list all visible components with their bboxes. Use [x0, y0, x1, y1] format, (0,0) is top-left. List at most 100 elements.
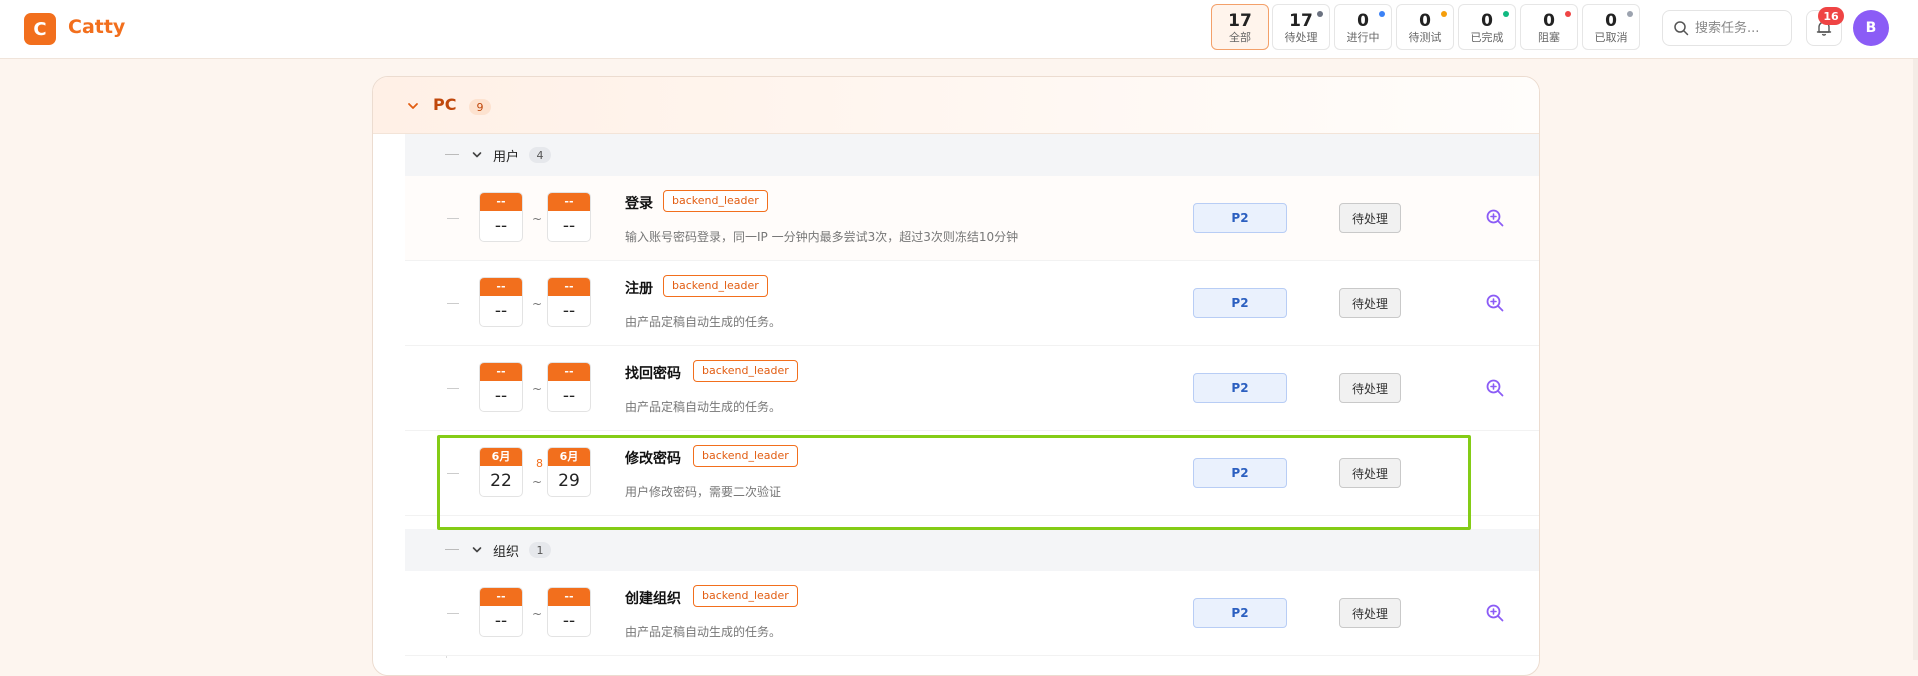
stat-filter-all[interactable]: 17 全部 [1211, 4, 1269, 50]
stat-label: 阻塞 [1538, 31, 1560, 44]
task-title[interactable]: 登录 [625, 193, 653, 213]
task-row[interactable]: -- -- ~ -- -- 创建组织 backend_leader 由产品定稿自… [405, 571, 1539, 656]
end-day: -- [562, 216, 576, 236]
status-button[interactable]: 待处理 [1339, 458, 1401, 488]
priority-button[interactable]: P2 [1193, 373, 1287, 403]
priority-button[interactable]: P2 [1193, 288, 1287, 318]
search-icon [1674, 21, 1689, 36]
task-description: 用户修改密码，需要二次验证 [625, 485, 782, 499]
chevron-down-icon[interactable] [471, 149, 483, 161]
zoom-in-icon[interactable] [1485, 378, 1505, 398]
tree-dash [445, 154, 459, 155]
date-separator: ~ [532, 212, 543, 226]
status-button[interactable]: 待处理 [1339, 203, 1401, 233]
task-title[interactable]: 注册 [625, 278, 653, 298]
search-box[interactable] [1662, 10, 1792, 46]
project-task-count: 9 [469, 99, 491, 115]
end-day: 29 [558, 471, 580, 491]
end-day: -- [562, 386, 576, 406]
start-day: 22 [490, 471, 512, 491]
stat-filter-done[interactable]: 0 已完成 [1458, 4, 1516, 50]
end-date: 6月 29 [547, 447, 591, 497]
status-dot [1627, 11, 1633, 17]
task-row[interactable]: -- -- ~ -- -- 注册 backend_leader 由产品定稿自动生… [405, 261, 1539, 346]
notification-count-badge: 16 [1818, 7, 1844, 25]
tree-branch [447, 613, 459, 614]
priority-button[interactable]: P2 [1193, 458, 1287, 488]
end-month: -- [548, 193, 590, 211]
task-row[interactable]: -- -- ~ -- -- 找回密码 backend_leader 由产品定稿自… [405, 346, 1539, 431]
search-input[interactable] [1695, 18, 1787, 38]
user-avatar[interactable]: B [1853, 10, 1889, 46]
app-name[interactable]: Catty [68, 16, 125, 38]
module-task-count: 1 [529, 542, 551, 558]
end-day: -- [562, 301, 576, 321]
tree-branch [447, 218, 459, 219]
start-month: -- [480, 363, 522, 381]
priority-button[interactable]: P2 [1193, 598, 1287, 628]
status-dot [1317, 11, 1323, 17]
end-date: -- -- [547, 192, 591, 242]
date-separator: ~ [532, 475, 543, 489]
stat-filter-pending[interactable]: 17 待处理 [1272, 4, 1330, 50]
tree-branch [447, 473, 459, 474]
chevron-down-icon[interactable] [406, 99, 420, 113]
end-date: -- -- [547, 277, 591, 327]
assignee-tag: backend_leader [693, 360, 798, 382]
start-month: -- [480, 193, 522, 211]
module-header-user[interactable]: 用户 4 [405, 134, 1539, 176]
end-date: -- -- [547, 587, 591, 637]
task-row[interactable]: -- -- ~ -- -- 登录 backend_leader 输入账号密码登录… [405, 176, 1539, 261]
zoom-in-icon[interactable] [1485, 208, 1505, 228]
project-header[interactable]: PC 9 [373, 77, 1539, 134]
status-button[interactable]: 待处理 [1339, 288, 1401, 318]
status-dot [1441, 11, 1447, 17]
task-description: 由产品定稿自动生成的任务。 [625, 400, 782, 414]
date-separator: ~ [532, 382, 543, 396]
tree-branch [447, 388, 459, 389]
start-day: -- [494, 386, 508, 406]
stat-filter-testing[interactable]: 0 待测试 [1396, 4, 1454, 50]
end-date: -- -- [547, 362, 591, 412]
task-title[interactable]: 找回密码 [625, 363, 681, 383]
task-description: 由产品定稿自动生成的任务。 [625, 625, 782, 639]
task-description: 由产品定稿自动生成的任务。 [625, 315, 782, 329]
zoom-in-icon[interactable] [1485, 603, 1505, 623]
start-date: -- -- [479, 277, 523, 327]
app-logo[interactable]: C [24, 13, 56, 45]
start-date: -- -- [479, 587, 523, 637]
stat-label: 进行中 [1346, 31, 1380, 44]
end-month: -- [548, 278, 590, 296]
assignee-tag: backend_leader [693, 445, 798, 467]
assignee-tag: backend_leader [693, 585, 798, 607]
start-month: -- [480, 588, 522, 606]
status-button[interactable]: 待处理 [1339, 373, 1401, 403]
date-separator: ~ [532, 607, 543, 621]
status-dot [1565, 11, 1571, 17]
status-dot [1503, 11, 1509, 17]
start-month: -- [480, 278, 522, 296]
task-title[interactable]: 修改密码 [625, 448, 681, 468]
start-day: -- [494, 216, 508, 236]
priority-button[interactable]: P2 [1193, 203, 1287, 233]
stat-filter-in-progress[interactable]: 0 进行中 [1334, 4, 1392, 50]
stat-label: 全部 [1229, 31, 1251, 44]
stat-filter-blocked[interactable]: 0 阻塞 [1520, 4, 1578, 50]
stat-label: 待处理 [1284, 31, 1318, 44]
task-description: 输入账号密码登录，同一IP 一分钟内最多尝试3次，超过3次则冻结10分钟 [625, 230, 1019, 244]
status-dot [1379, 11, 1385, 17]
assignee-tag: backend_leader [663, 190, 768, 212]
module-header-org[interactable]: 组织 1 [405, 529, 1539, 571]
end-month: -- [548, 363, 590, 381]
end-day: -- [562, 611, 576, 631]
module-name: 用户 [493, 150, 520, 165]
chevron-down-icon[interactable] [471, 544, 483, 556]
scrollbar-track[interactable] [1913, 59, 1918, 660]
task-title[interactable]: 创建组织 [625, 588, 681, 608]
status-button[interactable]: 待处理 [1339, 598, 1401, 628]
zoom-in-icon[interactable] [1485, 293, 1505, 313]
stat-filter-cancelled[interactable]: 0 已取消 [1582, 4, 1640, 50]
task-row-selected[interactable]: 6月 22 8 ~ 6月 29 修改密码 backend_leader 用户修改… [405, 431, 1539, 516]
tree-dash [445, 549, 459, 550]
start-date: -- -- [479, 362, 523, 412]
